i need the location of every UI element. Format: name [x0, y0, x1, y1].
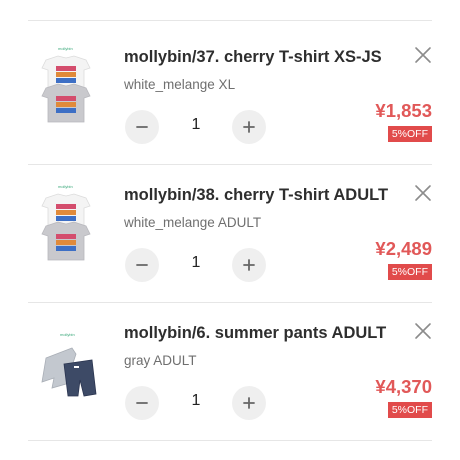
svg-text:mollybin: mollybin — [60, 332, 75, 337]
minus-icon — [136, 264, 148, 266]
tshirt-pair-image: mollybin — [41, 46, 91, 123]
discount-badge: 5%OFF — [387, 402, 432, 418]
item-price: ¥2,489 — [375, 238, 432, 259]
close-icon — [415, 323, 431, 339]
minus-icon — [136, 126, 148, 128]
svg-text:mollybin: mollybin — [58, 184, 73, 189]
product-title[interactable]: mollybin/37. cherry T-shirt XS-JS — [124, 48, 394, 67]
quantity-value: 1 — [191, 116, 201, 133]
plus-icon — [243, 397, 255, 409]
quantity-value: 1 — [191, 254, 201, 271]
product-thumbnail[interactable]: mollybin — [38, 322, 102, 408]
cart-item: mollybin mollybin/38. cherry T-shirt ADU… — [0, 160, 460, 298]
decrease-quantity-button[interactable] — [125, 386, 159, 420]
svg-text:mollybin: mollybin — [58, 46, 73, 51]
close-icon — [415, 185, 431, 201]
plus-icon — [243, 259, 255, 271]
tshirt-pair-image: mollybin — [41, 184, 91, 261]
increase-quantity-button[interactable] — [232, 110, 266, 144]
top-divider — [28, 20, 432, 21]
discount-badge: 5%OFF — [387, 264, 432, 280]
increase-quantity-button[interactable] — [232, 248, 266, 282]
product-thumbnail[interactable]: mollybin — [38, 46, 102, 132]
item-price: ¥4,370 — [375, 376, 432, 397]
product-variant: gray ADULT — [124, 353, 197, 368]
increase-quantity-button[interactable] — [232, 386, 266, 420]
decrease-quantity-button[interactable] — [125, 110, 159, 144]
product-variant: white_melange XL — [124, 77, 236, 92]
close-icon — [415, 47, 431, 63]
item-price: ¥1,853 — [375, 100, 432, 121]
plus-icon — [243, 121, 255, 133]
discount-badge: 5%OFF — [387, 126, 432, 142]
product-title[interactable]: mollybin/6. summer pants ADULT — [124, 324, 394, 343]
minus-icon — [136, 402, 148, 404]
remove-item-button[interactable] — [412, 320, 434, 342]
decrease-quantity-button[interactable] — [125, 248, 159, 282]
product-title[interactable]: mollybin/38. cherry T-shirt ADULT — [124, 186, 394, 205]
product-variant: white_melange ADULT — [124, 215, 262, 230]
pants-pair-image: mollybin — [41, 332, 97, 397]
remove-item-button[interactable] — [412, 182, 434, 204]
cart-item: mollybin mollybin/6. summer pants ADULT … — [0, 298, 460, 436]
quantity-value: 1 — [191, 392, 201, 409]
cart-item: mollybin mollybin/37. cherry T-shirt XS-… — [0, 22, 460, 160]
product-thumbnail[interactable]: mollybin — [38, 184, 102, 270]
remove-item-button[interactable] — [412, 44, 434, 66]
item-divider — [28, 440, 432, 441]
